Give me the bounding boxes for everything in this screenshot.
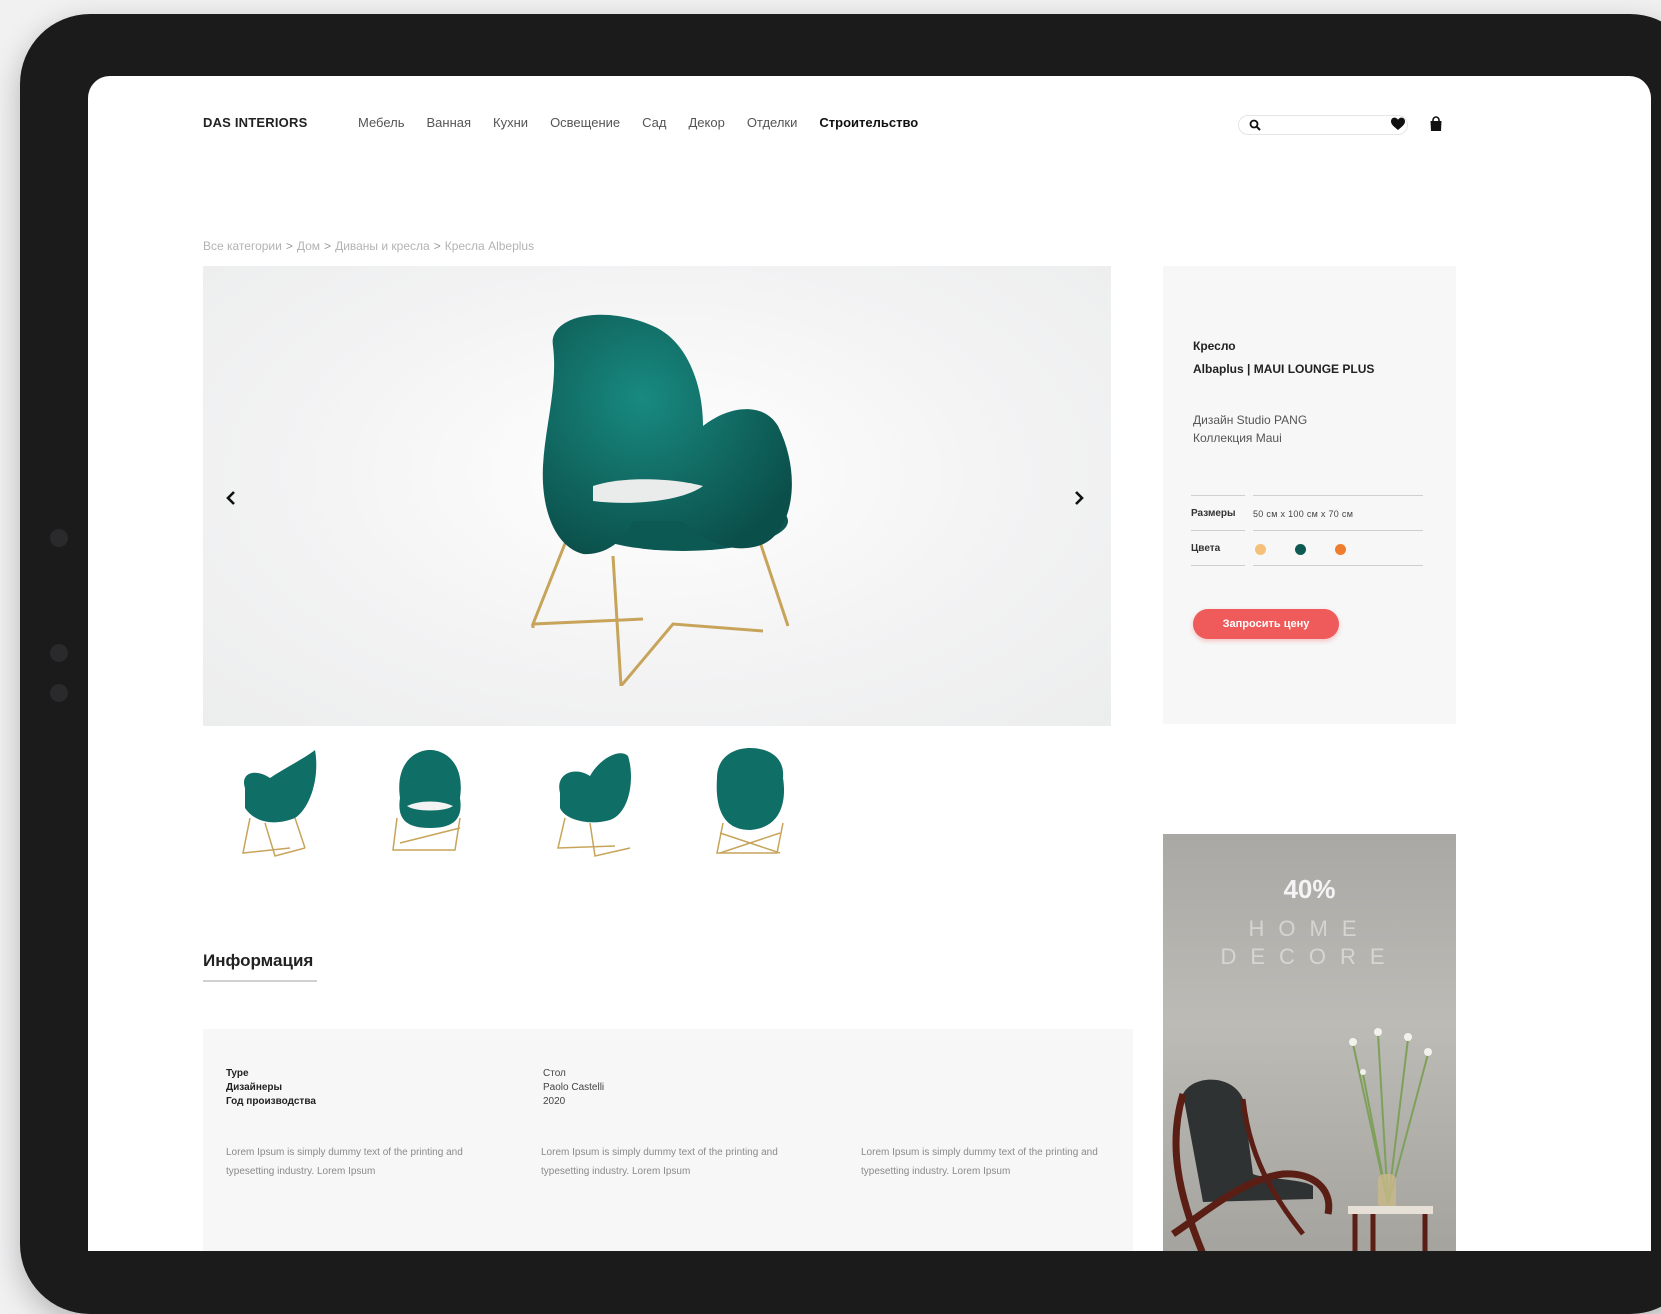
- breadcrumb-item[interactable]: Все категории: [203, 239, 282, 253]
- breadcrumb-separator: >: [285, 239, 293, 253]
- info-description-2: Lorem Ipsum is simply dummy text of the …: [541, 1147, 778, 1177]
- search-bar[interactable]: [1238, 115, 1408, 135]
- nav-item-mebel[interactable]: Мебель: [358, 115, 405, 130]
- nav-item-garden[interactable]: Сад: [642, 115, 666, 130]
- breadcrumb-separator: >: [324, 239, 332, 253]
- nav-item-finishes[interactable]: Отделки: [747, 115, 798, 130]
- nav-item-kitchens[interactable]: Кухни: [493, 115, 528, 130]
- promo-line-2: DECORE: [1220, 944, 1399, 969]
- gallery-prev-button[interactable]: [221, 488, 241, 508]
- search-input[interactable]: [1265, 117, 1403, 133]
- breadcrumb-item-current: Кресла Albeplus: [444, 239, 535, 253]
- product-title: Albaplus | MAUI LOUNGE PLUS: [1193, 362, 1375, 376]
- thumbnail-3[interactable]: [550, 748, 640, 858]
- info-value-designers: Paolo Castelli: [543, 1082, 605, 1093]
- nav-item-decor[interactable]: Декор: [688, 115, 724, 130]
- info-label-type: Type: [226, 1068, 249, 1079]
- sensor-dot: [50, 644, 68, 662]
- info-labels-column: Type Дизайнеры Год производства: [226, 1067, 316, 1109]
- product-type: Кресло: [1193, 339, 1236, 353]
- spec-size-value: 50 см x 100 см x 70 см: [1253, 509, 1354, 519]
- info-heading: Информация: [203, 951, 314, 970]
- camera-dot: [50, 529, 68, 547]
- bag-icon[interactable]: [1428, 116, 1444, 132]
- nav-item-bathroom[interactable]: Ванная: [427, 115, 472, 130]
- chevron-right-icon: [1075, 491, 1084, 505]
- info-value-year: 2020: [543, 1096, 566, 1107]
- product-info-panel: Кресло Albaplus | MAUI LOUNGE PLUS Дизай…: [1163, 266, 1456, 724]
- spec-divider: [1191, 530, 1245, 531]
- color-swatch-peach[interactable]: [1255, 544, 1266, 555]
- color-swatch-orange[interactable]: [1335, 544, 1346, 555]
- info-heading-underline: [203, 980, 317, 982]
- thumbnail-2[interactable]: [385, 748, 475, 858]
- promo-line-1: HOME: [1248, 916, 1371, 941]
- promo-banner[interactable]: 40% HOME DECORE: [1163, 834, 1456, 1251]
- sensor-dot: [50, 684, 68, 702]
- spec-divider: [1253, 530, 1423, 531]
- main-nav: Мебель Ванная Кухни Освещение Сад Декор …: [358, 115, 940, 130]
- info-description-1: Lorem Ipsum is simply dummy text of the …: [226, 1147, 463, 1177]
- info-description-3: Lorem Ipsum is simply dummy text of the …: [861, 1147, 1098, 1177]
- product-gallery: [203, 266, 1111, 726]
- breadcrumb-item[interactable]: Дом: [297, 239, 320, 253]
- nav-item-lighting[interactable]: Освещение: [550, 115, 620, 130]
- color-swatch-teal[interactable]: [1295, 544, 1306, 555]
- browser-screen: DAS INTERIORS Мебель Ванная Кухни Освеще…: [88, 76, 1651, 1251]
- info-table: Type Дизайнеры Год производства Стол Pao…: [203, 1029, 1133, 1251]
- tablet-frame: DAS INTERIORS Мебель Ванная Кухни Освеще…: [20, 14, 1661, 1314]
- heart-icon[interactable]: [1390, 116, 1406, 132]
- product-collection: Коллекция Maui: [1193, 431, 1282, 445]
- spec-colors-label: Цвета: [1191, 543, 1221, 554]
- product-designer: Дизайн Studio PANG: [1193, 413, 1308, 427]
- main-product-image: [530, 314, 792, 686]
- spec-divider: [1253, 565, 1423, 566]
- breadcrumb-separator: >: [433, 239, 441, 253]
- breadcrumb-item[interactable]: Диваны и кресла: [335, 239, 430, 253]
- promo-percent: 40%: [1283, 874, 1336, 904]
- spec-size-label: Размеры: [1191, 508, 1236, 519]
- nav-item-construction[interactable]: Строительство: [819, 115, 918, 130]
- thumbnail-4[interactable]: [705, 748, 795, 858]
- product-meta: Дизайн Studio PANG Коллекция Maui: [1193, 411, 1307, 447]
- thumbnail-1[interactable]: [235, 748, 325, 858]
- info-label-designers: Дизайнеры: [226, 1082, 283, 1093]
- breadcrumb: Все категории > Дом > Диваны и кресла > …: [203, 239, 534, 253]
- info-values-column: Стол Paolo Castelli 2020: [543, 1067, 604, 1109]
- promo-interior-image: [1171, 1028, 1433, 1251]
- info-value-type: Стол: [543, 1068, 566, 1079]
- gallery-next-button[interactable]: [1069, 488, 1089, 508]
- search-icon: [1249, 119, 1261, 131]
- site-logo[interactable]: DAS INTERIORS: [203, 115, 307, 130]
- spec-divider: [1191, 565, 1245, 566]
- spec-divider: [1191, 495, 1245, 496]
- info-label-year: Год производства: [226, 1096, 316, 1107]
- request-price-button[interactable]: Запросить цену: [1193, 609, 1339, 639]
- chevron-left-icon: [226, 491, 235, 505]
- spec-divider: [1253, 495, 1423, 496]
